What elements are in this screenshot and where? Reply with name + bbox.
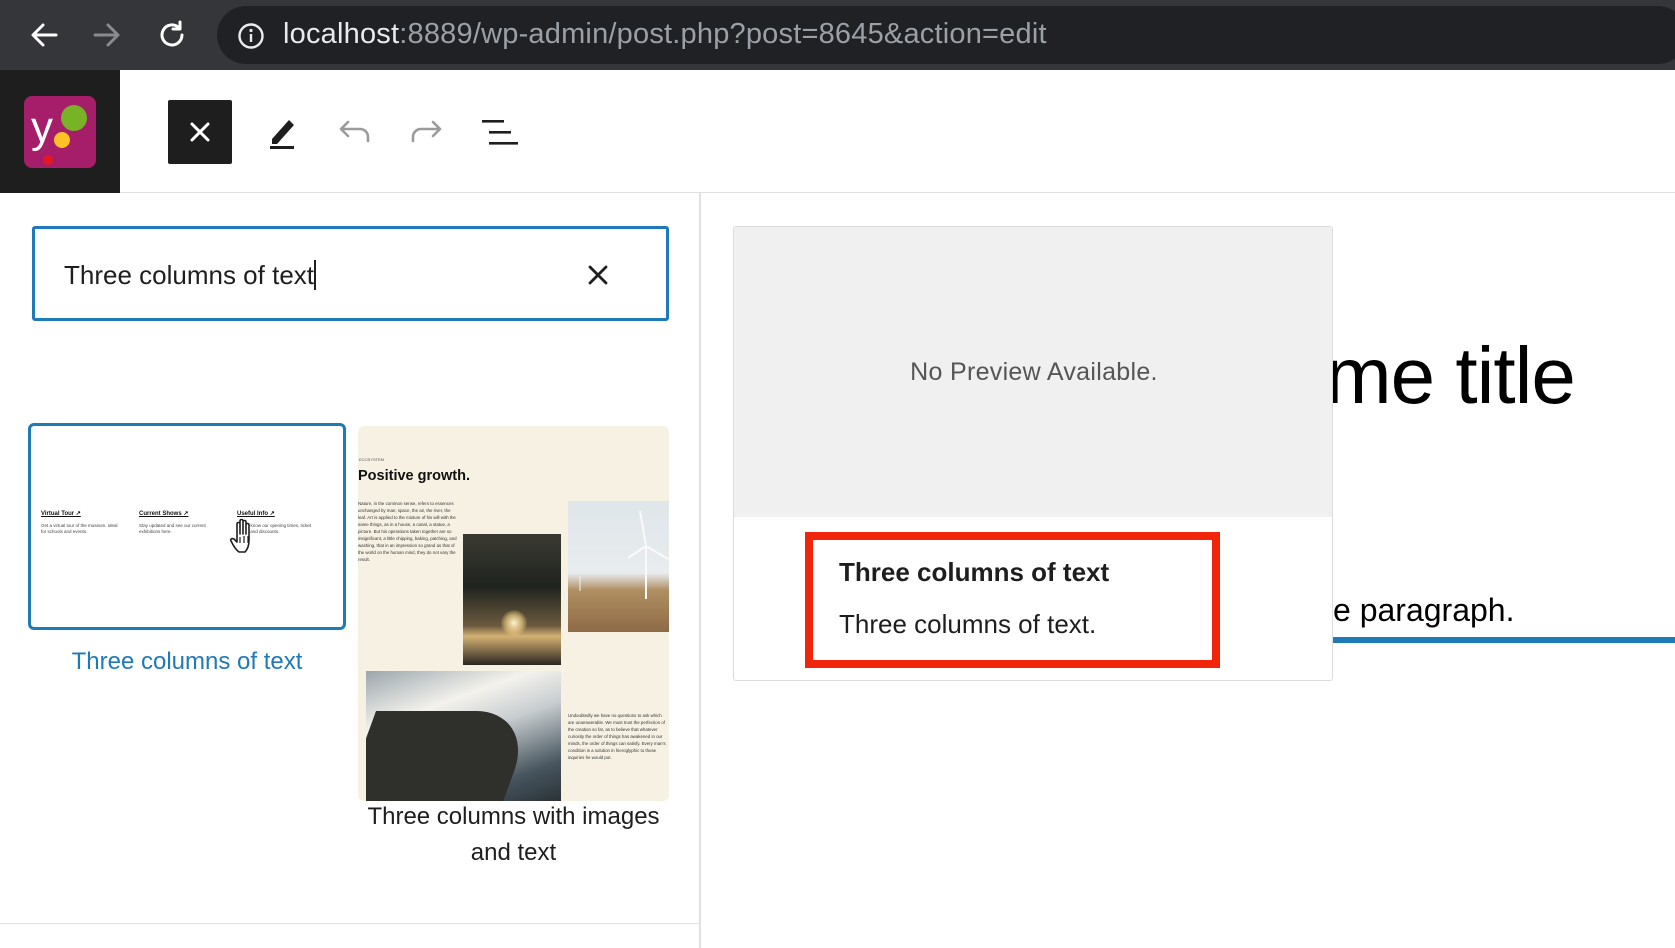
address-bar[interactable]: localhost:8889/wp-admin/post.php?post=86… [217, 6, 1675, 64]
text-caret [314, 260, 316, 290]
preview-title: Three columns of text [839, 557, 1110, 587]
preview-eyebrow: ECOSYSTEM [359, 457, 385, 462]
preview-column-text: Get a virtual tour of the museum. Ideal … [41, 523, 118, 534]
paragraph-fragment[interactable]: e paragraph. [1333, 592, 1514, 629]
reload-icon[interactable] [150, 13, 194, 57]
undo-icon [339, 120, 370, 143]
preview-column-heading: Virtual Tour ↗ [41, 511, 81, 517]
search-value-text: Three columns of text [64, 260, 314, 290]
close-inserter-button[interactable] [168, 100, 232, 164]
no-preview-text: No Preview Available. [910, 357, 1158, 386]
svg-text:y: y [31, 103, 53, 152]
pattern-label[interactable]: Three columns with images and text [358, 799, 669, 871]
sunlight-glow [501, 610, 527, 636]
yoast-logo-icon: y [24, 96, 96, 168]
pattern-inserter-panel: Three columns of text Virtual Tour ↗ Get… [0, 193, 701, 948]
preview-info-highlighted: Three columns of text Three columns of t… [805, 532, 1220, 668]
site-info-icon[interactable] [237, 22, 265, 55]
site-logo-button[interactable]: y [0, 70, 120, 193]
clear-search-button[interactable] [578, 255, 618, 295]
wind-turbine-icon [579, 510, 669, 599]
pattern-search-input[interactable]: Three columns of text [32, 226, 669, 321]
wind-turbine-image [568, 501, 669, 632]
forest-image [463, 534, 561, 665]
pencil-icon [270, 120, 294, 149]
edit-tool-button[interactable] [250, 100, 314, 164]
browser-toolbar: localhost:8889/wp-admin/post.php?post=86… [0, 0, 1675, 70]
close-icon [190, 122, 210, 142]
url-host: localhost [283, 18, 400, 50]
list-view-icon [482, 120, 518, 145]
preview-placeholder: No Preview Available. [734, 227, 1332, 517]
preview-column-text: Stay updated and see our current exhibit… [139, 523, 206, 534]
block-selection-indicator [1333, 637, 1675, 643]
document-overview-button[interactable] [468, 100, 532, 164]
url-path: :8889/wp-admin/post.php?post=8645&action… [399, 18, 1047, 50]
redo-button[interactable] [395, 100, 459, 164]
preview-body-text: Nature, in the common sense, refers to e… [358, 501, 457, 562]
close-icon [588, 265, 608, 285]
post-title-fragment[interactable]: me title [1325, 330, 1576, 422]
pattern-three-columns-of-text[interactable]: Virtual Tour ↗ Get a virtual tour of the… [28, 423, 346, 630]
preview-body-text: Undoubtedly we have no questions to ask … [568, 713, 666, 760]
redo-icon [411, 120, 442, 143]
panel-divider [0, 923, 699, 924]
preview-description: Three columns of text. [839, 609, 1097, 639]
pattern-three-columns-with-images-and-text[interactable]: ECOSYSTEM Positive growth. Nature, in th… [358, 426, 669, 801]
cliff-shape [366, 711, 537, 801]
undo-button[interactable] [322, 100, 386, 164]
preview-title: Positive growth. [358, 468, 470, 484]
preview-column-heading: Current Shows ↗ [139, 511, 189, 517]
url-text: localhost:8889/wp-admin/post.php?post=86… [283, 18, 1047, 51]
preview-column-heading: Useful Info ↗ [237, 511, 275, 517]
back-icon[interactable] [22, 13, 66, 57]
hand-cursor-icon [229, 518, 263, 559]
search-value: Three columns of text [64, 260, 316, 291]
editor-toolbar: y [0, 70, 1675, 193]
coastline-image [366, 671, 561, 801]
pattern-label[interactable]: Three columns of text [28, 648, 346, 676]
forward-icon[interactable] [85, 13, 129, 57]
preview-column: Current Shows ↗ Stay updated and see our… [139, 510, 219, 535]
pattern-preview-popover: No Preview Available. Three columns of t… [733, 226, 1333, 681]
preview-column: Virtual Tour ↗ Get a virtual tour of the… [41, 510, 121, 535]
